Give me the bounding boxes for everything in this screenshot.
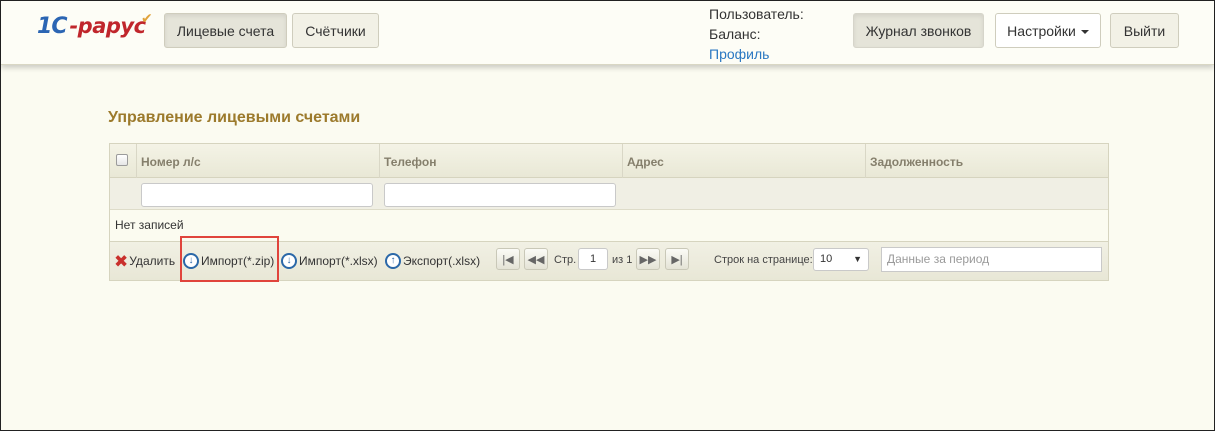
column-label: Телефон [384,155,437,169]
balance-label: Баланс: [709,26,761,42]
rows-per-page-select[interactable]: 10 ▼ [813,248,869,271]
rows-per-page-label: Строк на странице: [714,254,813,266]
delete-label: Удалить [129,254,176,268]
column-label: Номер л/с [141,155,201,169]
download-icon: ↓ [281,253,297,269]
export-xlsx-label: Экспорт(.xlsx) [403,254,481,268]
logout-button[interactable]: Выйти [1110,13,1179,48]
filter-row [110,178,1108,210]
upload-icon: ↑ [385,253,401,269]
delete-button[interactable]: ✖ Удалить [114,250,175,272]
prev-page-icon: ◀◀ [527,253,545,266]
last-page-icon: ▶| [671,253,683,266]
phone-filter-input[interactable] [384,183,616,207]
call-log-button[interactable]: Журнал звонков [853,13,984,48]
export-xlsx-button[interactable]: ↑ Экспорт(.xlsx) [385,250,480,272]
tab-accounts[interactable]: Лицевые счета [164,13,287,48]
delete-icon: ✖ [114,251,129,271]
user-info: Пользователь: Баланс: Профиль [709,4,804,64]
user-label: Пользователь: [709,6,804,22]
top-navbar: 1 С -рарус ✔ Лицевые счета Счётчики Пользов… [1,1,1214,65]
settings-label: Настройки [1007,22,1076,39]
last-page-button[interactable]: ▶| [665,248,689,270]
account-number-filter-input[interactable] [141,183,373,207]
period-input[interactable]: Данные за период [881,247,1102,272]
caret-down-icon [1080,29,1089,34]
settings-dropdown[interactable]: Настройки [995,13,1101,48]
highlight-box [180,236,279,282]
first-page-icon: |◀ [502,253,514,266]
next-page-icon: ▶▶ [639,253,657,266]
select-all-checkbox[interactable] [116,154,128,166]
rows-per-page-value: 10 [820,253,833,265]
logo[interactable]: 1 С -рарус ✔ [37,9,159,43]
column-label: Адрес [627,155,664,169]
chevron-down-icon: ▼ [853,254,862,264]
first-page-button[interactable]: |◀ [496,248,520,270]
import-xlsx-label: Импорт(*.xlsx) [299,254,378,268]
page-count: из 1 [612,254,633,266]
tab-meters[interactable]: Счётчики [292,13,379,48]
profile-link[interactable]: Профиль [709,44,804,64]
accounts-grid: Номер л/с Телефон Адрес Задолженность Не… [109,143,1109,282]
empty-message: Нет записей [115,218,184,232]
grid-pager: ✖ Удалить ↓ Импорт(*.zip) ↓ Импорт(*.xls… [110,236,1108,282]
import-xlsx-button[interactable]: ↓ Импорт(*.xlsx) [281,250,378,272]
page-title: Управление лицевыми счетами [108,109,361,126]
prev-page-button[interactable]: ◀◀ [524,248,548,270]
page-number-input[interactable]: 1 [578,248,608,270]
page-label: Стр. [554,254,577,266]
column-label: Задолженность [870,155,964,169]
next-page-button[interactable]: ▶▶ [636,248,660,270]
